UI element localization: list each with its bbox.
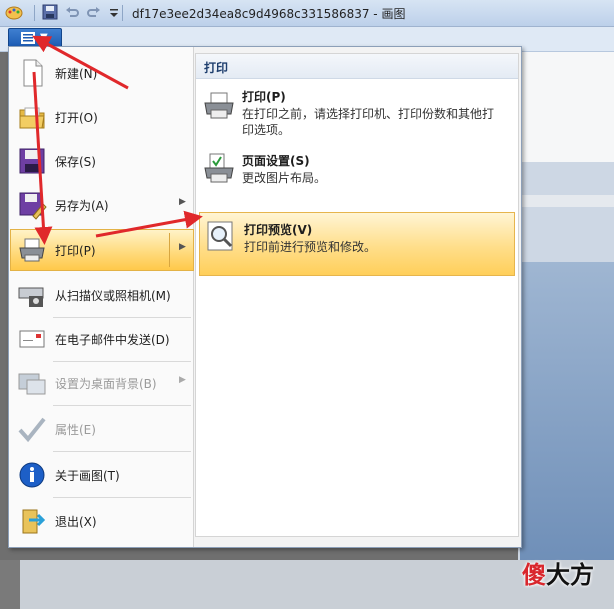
menu-item-save[interactable]: 保存(S) bbox=[11, 141, 191, 181]
menu-item-label: 打印(P) bbox=[55, 244, 96, 258]
submenu-divider bbox=[169, 233, 170, 267]
window-title: df17e3ee2d34ea8c9d4968c331586837 - 画图 bbox=[132, 7, 406, 21]
paint-app-icon[interactable] bbox=[4, 3, 24, 21]
page-setup-icon bbox=[204, 153, 234, 183]
submenu-item-description: 打印前进行预览和修改。 bbox=[244, 240, 377, 254]
image-canvas bbox=[520, 262, 614, 562]
submenu-item-print-preview[interactable]: 打印预览(V) 打印前进行预览和修改。 bbox=[199, 212, 515, 276]
chevron-down-icon: ▼ bbox=[40, 32, 48, 43]
menu-item-properties: 属性(E) bbox=[11, 409, 191, 449]
menu-item-about[interactable]: 关于画图(T) bbox=[11, 455, 191, 495]
exit-icon bbox=[22, 509, 46, 534]
menu-item-label: 退出(X) bbox=[55, 515, 97, 529]
scanner-icon bbox=[18, 287, 44, 307]
menu-item-label: 另存为(A) bbox=[55, 199, 109, 213]
watermark-text: 大方 bbox=[546, 561, 594, 589]
submenu-item-print[interactable]: 打印(P) 在打印之前，请选择打印机、打印份数和其他打印选项。 bbox=[198, 84, 514, 140]
canvas-ruler bbox=[518, 195, 614, 207]
floppy-disk-icon bbox=[19, 148, 45, 174]
checkmark-icon bbox=[18, 417, 46, 443]
menu-item-label: 保存(S) bbox=[55, 155, 96, 169]
email-icon bbox=[19, 330, 45, 348]
submenu-item-description: 在打印之前，请选择打印机、打印份数和其他打印选项。 bbox=[242, 107, 495, 137]
menu-item-exit[interactable]: 退出(X) bbox=[11, 501, 191, 541]
menu-list-icon bbox=[21, 32, 35, 44]
info-icon bbox=[19, 462, 45, 488]
menu-item-scanner[interactable]: 从扫描仪或照相机(M) bbox=[11, 275, 191, 315]
menu-item-label: 设置为桌面背景(B) bbox=[55, 377, 157, 391]
print-preview-icon bbox=[207, 221, 233, 251]
menu-item-save-as[interactable]: 另存为(A) ▶ bbox=[11, 185, 191, 225]
menu-item-label: 打开(O) bbox=[55, 111, 98, 125]
chevron-right-icon: ▶ bbox=[179, 197, 186, 207]
submenu-item-page-setup[interactable]: 页面设置(S) 更改图片布局。 bbox=[198, 148, 514, 190]
printer-icon bbox=[19, 238, 45, 262]
chevron-right-icon[interactable]: ▶ bbox=[179, 242, 186, 252]
customize-dropdown-icon[interactable] bbox=[108, 3, 120, 21]
menu-item-email[interactable]: 在电子邮件中发送(D) bbox=[11, 319, 191, 359]
menu-item-label: 在电子邮件中发送(D) bbox=[55, 333, 170, 347]
new-file-icon bbox=[23, 59, 43, 87]
menu-item-label: 新建(N) bbox=[55, 67, 98, 81]
redo-icon[interactable] bbox=[86, 3, 102, 21]
desktop-background-icon bbox=[18, 373, 46, 395]
paint-application-menu: 新建(N) 打开(O) 保存(S) 另存为(A) ▶ 打印(P) ▶ 从扫描仪或… bbox=[8, 46, 522, 548]
ribbon-area bbox=[518, 52, 614, 162]
menu-item-label: 属性(E) bbox=[55, 423, 96, 437]
title-bar: df17e3ee2d34ea8c9d4968c331586837 - 画图 bbox=[0, 0, 614, 27]
open-folder-icon bbox=[19, 107, 45, 129]
undo-icon[interactable] bbox=[64, 3, 80, 21]
menu-item-label: 从扫描仪或照相机(M) bbox=[55, 289, 171, 303]
submenu-title: 打印 bbox=[204, 61, 229, 75]
print-submenu: 打印 打印(P) 在打印之前，请选择打印机、打印份数和其他打印选项。 页面设置(… bbox=[195, 53, 519, 537]
print-submenu-header: 打印 bbox=[196, 54, 518, 79]
submenu-item-description: 更改图片布局。 bbox=[242, 171, 327, 185]
menu-item-label: 关于画图(T) bbox=[55, 469, 120, 483]
chevron-right-icon: ▶ bbox=[179, 375, 186, 385]
watermark-first-char: 傻 bbox=[522, 561, 546, 589]
menu-item-open[interactable]: 打开(O) bbox=[11, 97, 191, 137]
watermark: 傻大方 bbox=[522, 555, 594, 590]
printer-icon bbox=[204, 92, 234, 119]
save-as-icon bbox=[19, 192, 47, 220]
menu-item-new[interactable]: 新建(N) bbox=[11, 53, 191, 93]
menu-item-set-desktop-background: 设置为桌面背景(B) ▶ bbox=[11, 363, 191, 403]
save-icon[interactable] bbox=[42, 3, 58, 21]
menu-command-list: 新建(N) 打开(O) 保存(S) 另存为(A) ▶ 打印(P) ▶ 从扫描仪或… bbox=[9, 47, 194, 547]
menu-item-print[interactable]: 打印(P) ▶ bbox=[10, 229, 194, 271]
submenu-item-title: 打印(P) bbox=[242, 90, 286, 104]
submenu-item-title: 页面设置(S) bbox=[242, 154, 310, 168]
submenu-item-title: 打印预览(V) bbox=[244, 223, 313, 237]
paint-menu-button[interactable]: ▼ bbox=[8, 28, 62, 48]
